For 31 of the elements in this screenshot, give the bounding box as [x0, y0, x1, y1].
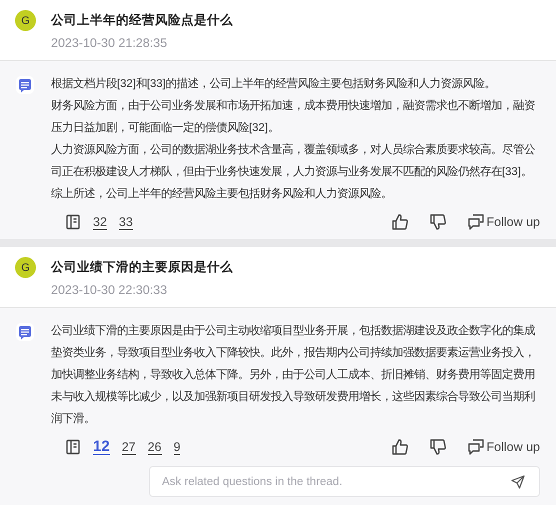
book-icon[interactable] [65, 439, 81, 455]
source-link[interactable]: 9 [174, 440, 180, 454]
thumbs-up-icon[interactable] [390, 213, 408, 231]
chat-bubbles-icon [466, 438, 484, 456]
source-link[interactable]: 33 [118, 214, 133, 230]
source-link[interactable]: 26 [148, 440, 162, 454]
answer-paragraph: 综上所述，公司上半年的经营风险主要包括财务风险和人力资源风险。 [51, 186, 393, 202]
chat-bubble-icon [15, 322, 35, 342]
send-icon[interactable] [511, 475, 525, 489]
user-avatar: G [15, 257, 36, 278]
thumbs-down-icon[interactable] [428, 438, 446, 456]
answer-paragraph: 根据文档片段[32]和[33]的描述，公司上半年的经营风险主要包括财务风险和人力资源风险。 [51, 76, 497, 92]
source-link[interactable]: 32 [93, 214, 107, 230]
follow-up-input[interactable]: Ask related questions in the thread. [149, 466, 540, 497]
answer-paragraph: 人力资源风险方面，公司的数据湖业务技术含量高，覆盖领域多，对人员综合素质要求较高。尽管公司正在积极建设人才梯队，但由于业务快速发展，人力资源与业务发展不匹配的风险仍然存在[33]。 [51, 142, 536, 180]
question-timestamp: 2023-10-30 21:28:35 [51, 35, 168, 52]
chat-bubble-icon [15, 75, 35, 95]
book-icon[interactable] [65, 214, 81, 230]
user-avatar: G [15, 10, 36, 31]
thumbs-down-icon[interactable] [428, 213, 446, 231]
question-title: 公司上半年的经营风险点是什么 [51, 12, 233, 29]
source-link[interactable]: 27 [122, 440, 136, 454]
question-title: 公司业绩下滑的主要原因是什么 [51, 259, 233, 276]
follow-up-button[interactable]: Follow up [466, 438, 540, 456]
thumbs-up-icon[interactable] [390, 438, 408, 456]
question-timestamp: 2023-10-30 22:30:33 [51, 282, 168, 299]
chat-bubbles-icon [466, 213, 484, 231]
follow-up-button[interactable]: Follow up [466, 213, 540, 231]
answer-paragraph: 公司业绩下滑的主要原因是由于公司主动收缩项目型业务开展，包括数据湖建设及政企数字化的集成垫资类业务，导致项目型业务收入下降较快。此外，报告期内公司持续加强数据要素运营业务投入，加快调整业务结构，导致收入总体下降。另外，由于公司人工成本、折旧摊销、财务费用等固定费用未与收入规模等比减少，以及加强新项目研发投入导致研发费用增长，这些因素综合导致公司当期利润下滑。 [51, 323, 536, 427]
answer-paragraph: 财务风险方面，由于公司业务发展和市场开拓加速，成本费用快速增加，融资需求也不断增加，融资压力日益加剧，可能面临一定的偿债风险[32]。 [51, 98, 536, 136]
source-link[interactable]: 12 [93, 440, 110, 454]
